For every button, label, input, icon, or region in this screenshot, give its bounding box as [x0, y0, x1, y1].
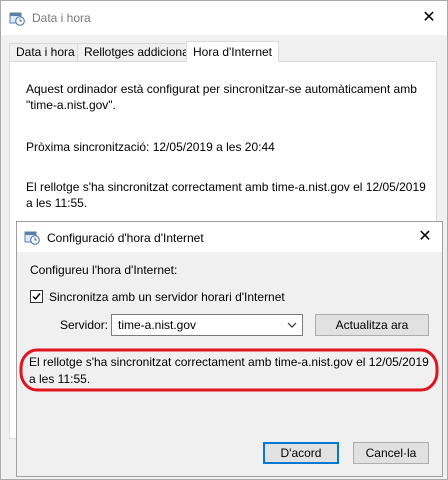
clock-calendar-icon — [24, 231, 40, 245]
update-now-button[interactable]: Actualitza ara — [315, 314, 429, 336]
cancel-button[interactable]: Cancel·la — [353, 442, 429, 464]
server-label: Servidor: — [60, 318, 109, 332]
internet-time-settings-dialog: Configuració d'hora d'Internet ✕ Configu… — [16, 221, 443, 477]
sync-status-message: El rellotge s'ha sincronitzat correctame… — [29, 355, 429, 386]
dialog-heading: Configureu l'hora d'Internet: — [30, 263, 178, 277]
close-icon[interactable]: ✕ — [419, 8, 439, 28]
sync-checkbox[interactable] — [30, 290, 43, 303]
window-title: Data i hora — [32, 11, 91, 25]
configured-server-text: Aquest ordinador està configurat per sin… — [26, 82, 417, 112]
chevron-down-icon — [287, 322, 297, 328]
dialog-title: Configuració d'hora d'Internet — [47, 231, 204, 245]
dialog-titlebar: Configuració d'hora d'Internet ✕ — [17, 222, 442, 252]
ok-button[interactable]: D'acord — [263, 442, 339, 464]
tab-internet-time[interactable]: Hora d'Internet — [186, 41, 280, 62]
close-icon[interactable]: ✕ — [415, 227, 435, 247]
clock-calendar-icon — [9, 12, 25, 26]
server-select[interactable]: time-a.nist.gov — [111, 314, 303, 336]
server-select-value: time-a.nist.gov — [118, 318, 197, 332]
checkmark-icon — [32, 293, 41, 301]
next-sync-text: Pròxima sincronització: 12/05/2019 a les… — [26, 140, 275, 154]
last-sync-text: El rellotge s'ha sincronitzat correctame… — [26, 180, 426, 210]
sync-checkbox-label[interactable]: Sincronitza amb un servidor horari d'Int… — [49, 290, 285, 304]
window-titlebar: Data i hora ✕ — [1, 1, 447, 35]
tab-date-time[interactable]: Data i hora — [9, 43, 82, 61]
